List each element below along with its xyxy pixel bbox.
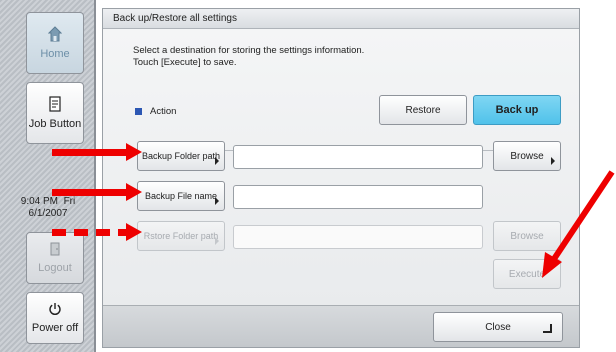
close-button[interactable]: Close bbox=[433, 312, 563, 342]
annotation-arrow-restore-folder bbox=[52, 223, 142, 241]
instruction-line-2: Touch [Execute] to save. bbox=[133, 57, 237, 68]
enter-icon bbox=[543, 324, 552, 333]
backup-file-name-label: Backup File name bbox=[144, 191, 218, 201]
logout-button[interactable]: Logout bbox=[26, 232, 84, 284]
browse-disabled-label: Browse bbox=[510, 230, 544, 242]
power-off-button[interactable]: Power off bbox=[26, 292, 84, 344]
backup-label: Back up bbox=[495, 104, 539, 116]
logout-icon bbox=[50, 242, 60, 256]
instructions: Select a destination for storing the set… bbox=[133, 45, 364, 69]
backup-restore-dialog: Back up/Restore all settings Select a de… bbox=[102, 8, 580, 348]
annotation-arrow-backup-file bbox=[52, 183, 142, 201]
restore-folder-path-label: Rstore Folder path bbox=[143, 231, 219, 241]
instruction-line-1: Select a destination for storing the set… bbox=[133, 45, 365, 56]
browse-button[interactable]: Browse bbox=[493, 141, 561, 171]
annotation-arrow-backup-folder bbox=[52, 143, 142, 161]
clock-time: 9:04 PM Fri bbox=[20, 196, 76, 207]
backup-file-name-button[interactable]: Backup File name bbox=[137, 181, 225, 211]
action-label: Action bbox=[150, 106, 177, 117]
arrow-right-icon bbox=[551, 157, 555, 165]
execute-label: Execute bbox=[508, 268, 546, 280]
close-label: Close bbox=[485, 321, 511, 333]
backup-button[interactable]: Back up bbox=[473, 95, 561, 125]
restore-folder-path-button[interactable]: Rstore Folder path bbox=[137, 221, 225, 251]
restore-folder-path-field[interactable] bbox=[233, 225, 483, 249]
power-icon bbox=[49, 303, 61, 316]
arrow-right-icon bbox=[215, 157, 219, 165]
action-legend: Action bbox=[135, 106, 176, 117]
home-button[interactable]: Home bbox=[26, 12, 84, 74]
backup-folder-path-field[interactable] bbox=[233, 145, 483, 169]
backup-folder-path-button[interactable]: Backup Folder path bbox=[137, 141, 225, 171]
home-label: Home bbox=[40, 48, 70, 60]
backup-folder-path-label: Backup Folder path bbox=[141, 151, 221, 161]
dialog-title: Back up/Restore all settings bbox=[103, 9, 579, 29]
clock-date: 6/1/2007 bbox=[28, 208, 68, 219]
dialog-content: Select a destination for storing the set… bbox=[103, 29, 579, 305]
home-icon bbox=[48, 26, 62, 42]
arrow-right-icon bbox=[215, 197, 219, 205]
arrow-right-icon bbox=[215, 237, 219, 245]
job-button-label: Job Button bbox=[28, 118, 82, 130]
restore-button[interactable]: Restore bbox=[379, 95, 467, 125]
browse-label: Browse bbox=[510, 150, 544, 162]
execute-button[interactable]: Execute bbox=[493, 259, 561, 289]
backup-file-name-field[interactable] bbox=[233, 185, 483, 209]
clock: 9:04 PM Fri 6/1/2007 bbox=[0, 196, 96, 220]
power-off-label: Power off bbox=[31, 322, 79, 334]
job-icon bbox=[49, 96, 61, 112]
job-button[interactable]: Job Button bbox=[26, 82, 84, 144]
bottom-bar: Close bbox=[103, 305, 579, 347]
browse-disabled-button[interactable]: Browse bbox=[493, 221, 561, 251]
action-square-icon bbox=[135, 108, 142, 115]
logout-label: Logout bbox=[38, 262, 72, 274]
sidebar: Home Job Button 9:04 PM Fri 6/1/2007 Log… bbox=[0, 0, 96, 352]
restore-label: Restore bbox=[405, 104, 441, 116]
